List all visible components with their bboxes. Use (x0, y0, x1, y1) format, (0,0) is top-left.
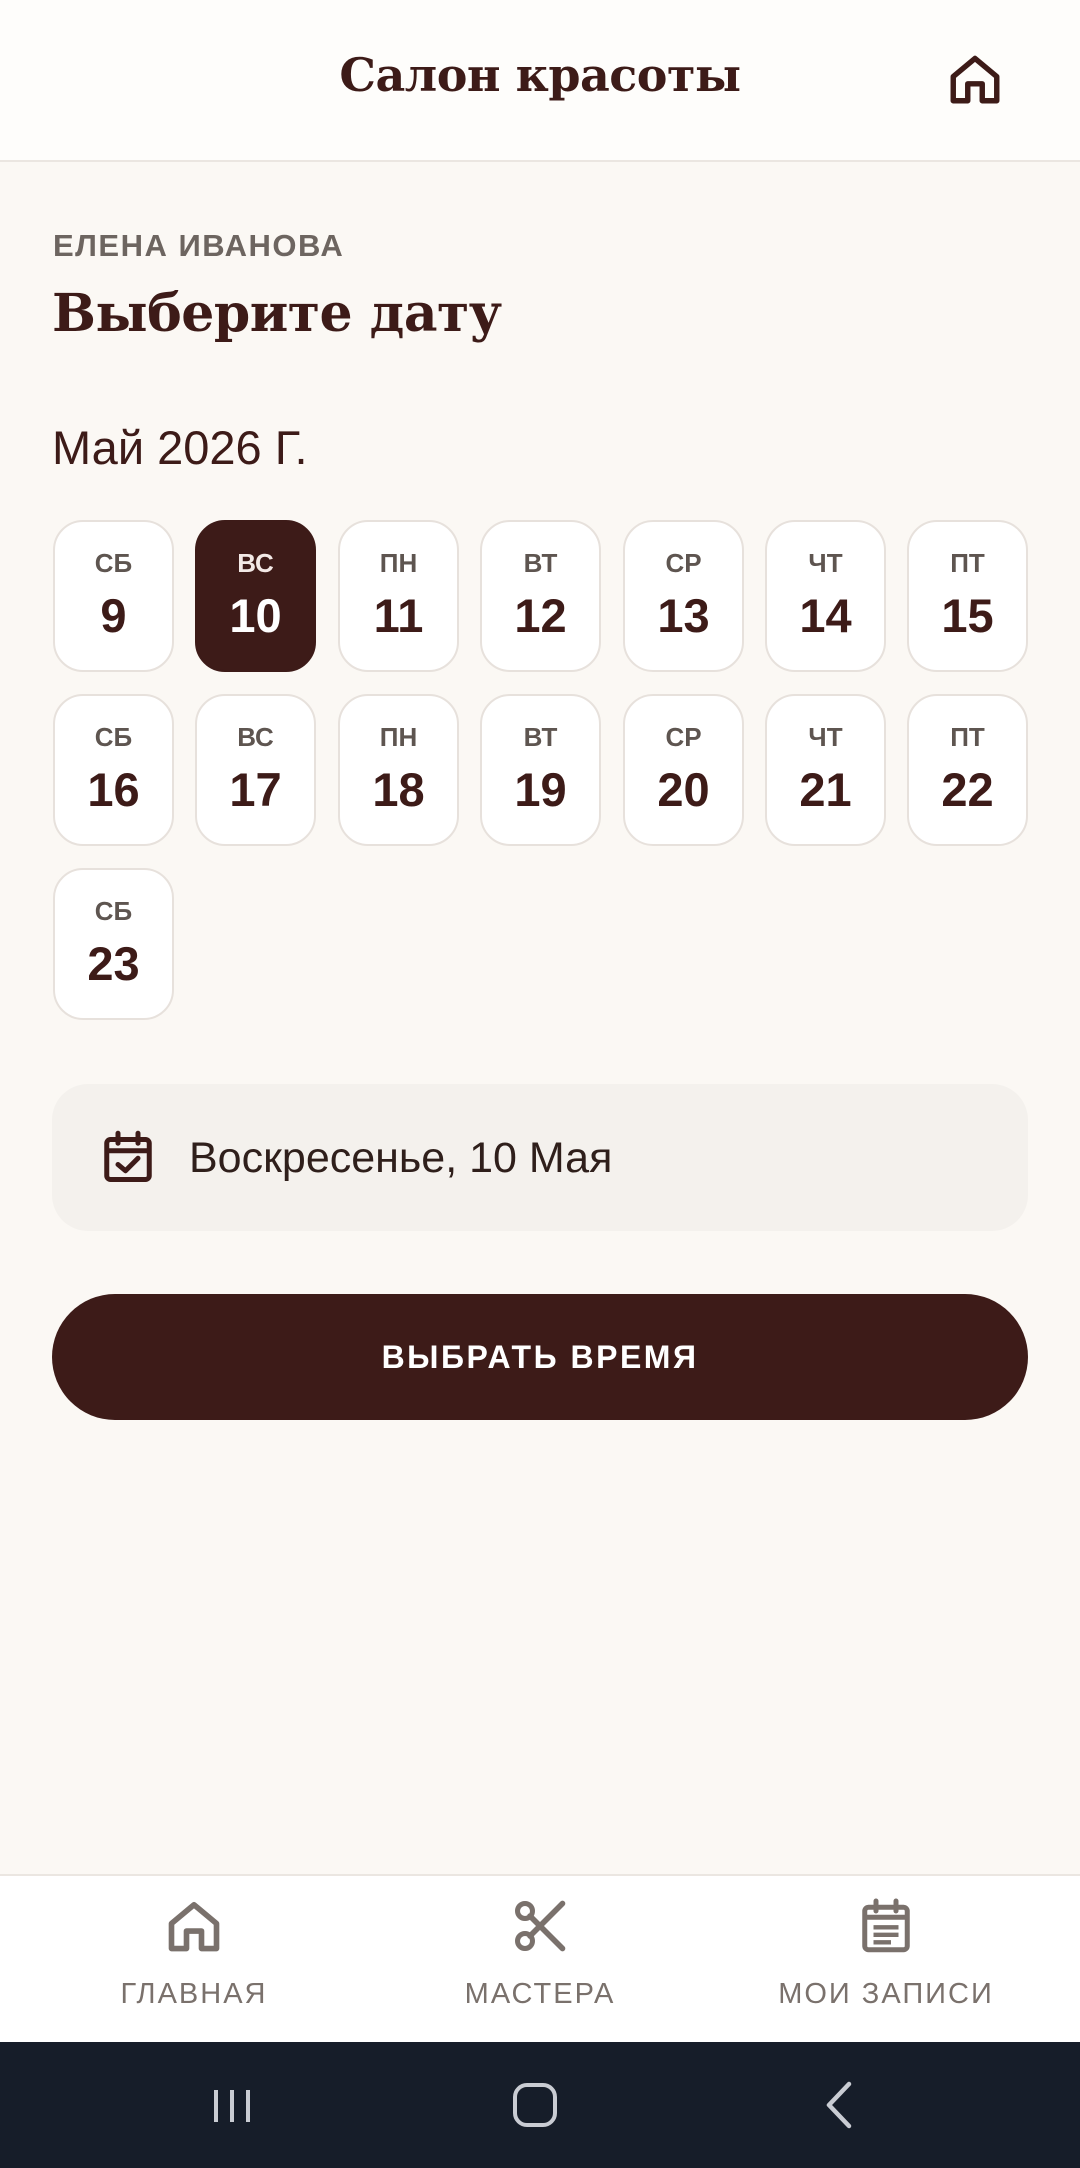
scissors-icon (515, 1900, 566, 1952)
day-option-21[interactable]: ЧТ 21 (765, 694, 886, 846)
back-icon[interactable] (805, 2072, 875, 2138)
app-header: Салон красоты (0, 0, 1080, 162)
day-number: 13 (657, 589, 710, 642)
day-of-week-label: ВТ (523, 548, 558, 578)
day-of-week-label: СБ (94, 722, 133, 752)
calendar-list-icon (862, 1898, 910, 1953)
day-of-week-label: СБ (94, 548, 133, 578)
day-option-11[interactable]: ПН 11 (338, 520, 459, 672)
day-number: 20 (657, 763, 710, 816)
day-of-week-label: ВС (237, 548, 274, 578)
day-option-20[interactable]: СР 20 (623, 694, 744, 846)
day-option-22[interactable]: ПТ 22 (907, 694, 1028, 846)
app-title: Салон красоты (339, 48, 741, 102)
day-option-9[interactable]: СБ 9 (53, 520, 174, 672)
day-option-23[interactable]: СБ 23 (53, 868, 174, 1020)
day-number: 19 (514, 763, 567, 816)
calendar-check-icon (104, 1130, 152, 1182)
day-number: 9 (100, 589, 127, 642)
day-of-week-label: ВС (237, 722, 274, 752)
day-number: 12 (514, 589, 567, 642)
day-number: 11 (373, 589, 424, 642)
day-of-week-label: ЧТ (808, 548, 843, 578)
home-icon[interactable] (946, 50, 1004, 108)
day-option-14[interactable]: ЧТ 14 (765, 520, 886, 672)
month-label: Май 2026 Г. (52, 421, 308, 474)
day-of-week-label: СБ (94, 896, 133, 926)
day-number: 17 (229, 763, 282, 816)
day-number: 15 (941, 589, 994, 642)
master-name: ЕЛЕНА ИВАНОВА (53, 228, 345, 263)
page-title: Выберите дату (52, 283, 502, 344)
nav-label-masters: МАСТЕРА (464, 1978, 616, 2010)
nav-item-my-bookings[interactable]: МОИ ЗАПИСИ (736, 1876, 1036, 2044)
day-option-13[interactable]: СР 13 (623, 520, 744, 672)
day-number: 14 (799, 589, 852, 642)
day-option-19[interactable]: ВТ 19 (480, 694, 601, 846)
day-of-week-label: СР (665, 722, 702, 752)
day-option-15[interactable]: ПТ 15 (907, 520, 1028, 672)
day-option-16[interactable]: СБ 16 (53, 694, 174, 846)
day-of-week-label: ПН (379, 548, 418, 578)
day-number: 22 (941, 763, 994, 816)
selected-date-text: Воскресенье, 10 Мая (189, 1134, 613, 1182)
day-option-12[interactable]: ВТ 12 (480, 520, 601, 672)
day-of-week-label: СР (665, 548, 702, 578)
day-number: 10 (229, 589, 282, 642)
home-button-icon[interactable] (500, 2072, 570, 2138)
day-of-week-label: ЧТ (808, 722, 843, 752)
day-option-18[interactable]: ПН 18 (338, 694, 459, 846)
nav-item-masters[interactable]: МАСТЕРА (390, 1876, 690, 2044)
day-number: 18 (372, 763, 425, 816)
day-number: 23 (87, 937, 140, 990)
nav-label-home: ГЛАВНАЯ (120, 1978, 268, 2010)
day-option-10[interactable]: ВС 10 (195, 520, 316, 672)
selected-date-summary: Воскресенье, 10 Мая (52, 1084, 1028, 1231)
bottom-nav: ГЛАВНАЯ МАСТЕРА МОИ ЗАПИСИ (0, 1874, 1080, 2042)
recent-apps-icon[interactable] (197, 2072, 267, 2138)
day-of-week-label: ПТ (950, 548, 985, 578)
day-of-week-label: ПН (379, 722, 418, 752)
choose-time-button[interactable]: ВЫБРАТЬ ВРЕМЯ (52, 1294, 1028, 1420)
system-nav-bar (0, 2042, 1080, 2168)
day-number: 21 (799, 763, 852, 816)
day-option-17[interactable]: ВС 17 (195, 694, 316, 846)
day-number: 16 (87, 763, 140, 816)
home-icon (168, 1901, 220, 1952)
day-of-week-label: ВТ (523, 722, 558, 752)
nav-label-my-bookings: МОИ ЗАПИСИ (778, 1978, 994, 2010)
nav-item-home[interactable]: ГЛАВНАЯ (44, 1876, 344, 2044)
day-of-week-label: ПТ (950, 722, 985, 752)
